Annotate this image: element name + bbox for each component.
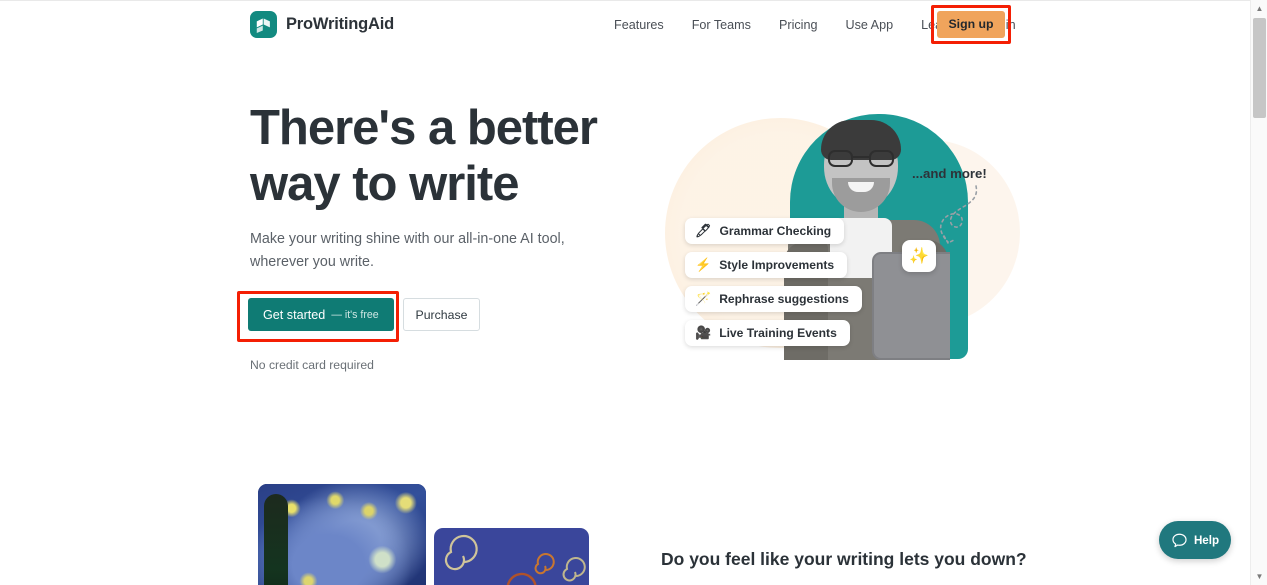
cypress-tree — [264, 494, 288, 585]
chip-label: Grammar Checking — [719, 224, 832, 238]
feature-chip-style-improvements[interactable]: ⚡ Style Improvements — [685, 252, 848, 278]
swirl-doodles — [444, 534, 586, 585]
scrollbar-thumb[interactable] — [1253, 18, 1266, 118]
site-header: ProWritingAid Features For Teams Pricing… — [0, 0, 1250, 50]
signup-button[interactable]: Sign up — [937, 11, 1005, 38]
brand-name: ProWritingAid — [286, 15, 395, 33]
pen-icon: 🖊 — [695, 223, 712, 238]
and-more-label: ...and more! — [912, 166, 987, 181]
hero-illustration: ✨ ...and more! 🖊 Grammar Checking ⚡ Styl… — [640, 100, 1040, 375]
speech-bubble-icon — [1172, 533, 1187, 547]
feature-chip-grammar-checking[interactable]: 🖊 Grammar Checking — [685, 218, 845, 244]
scroll-down-arrow-icon[interactable]: ▼ — [1251, 568, 1267, 585]
browser-page: ProWritingAid Features For Teams Pricing… — [0, 0, 1267, 585]
starry-night-image-card — [258, 484, 426, 585]
get-started-suffix: — it's free — [331, 308, 379, 321]
feature-chip-list: 🖊 Grammar Checking ⚡ Style Improvements … — [685, 218, 862, 346]
hero-subtitle: Make your writing shine with our all-in-… — [250, 231, 565, 270]
nav-item-use-app[interactable]: Use App — [831, 18, 907, 32]
nav-item-pricing[interactable]: Pricing — [765, 18, 832, 32]
magic-wand-icon: 🪄 — [695, 291, 712, 306]
help-label: Help — [1193, 533, 1220, 547]
get-started-label: Get started — [263, 307, 326, 322]
scroll-up-arrow-icon[interactable]: ▲ — [1251, 0, 1267, 17]
get-started-button[interactable]: Get started — it's free — [248, 298, 394, 331]
blue-swirls-image-card — [434, 528, 589, 585]
section-heading: Do you feel like your writing lets you d… — [661, 549, 1027, 569]
nav-item-for-teams[interactable]: For Teams — [678, 18, 765, 32]
glasses-icon — [828, 150, 894, 167]
chip-label: Style Improvements — [719, 258, 835, 272]
page-title: There's a better way to write — [250, 101, 598, 211]
purchase-button[interactable]: Purchase — [403, 298, 480, 331]
chip-label: Rephrase suggestions — [719, 292, 849, 306]
fine-print: No credit card required — [250, 358, 374, 372]
feature-chip-live-training-events[interactable]: 🎥 Live Training Events — [685, 320, 850, 346]
chip-label: Live Training Events — [719, 326, 837, 340]
feature-chip-rephrase-suggestions[interactable]: 🪄 Rephrase suggestions — [685, 286, 862, 312]
signup-button-container: Sign up — [931, 5, 1011, 44]
page-scrollbar[interactable]: ▲ ▼ — [1250, 0, 1267, 585]
brand-logo[interactable]: ProWritingAid — [250, 11, 394, 38]
dotted-curly-arrow-icon — [939, 185, 978, 245]
open-book-logo-icon — [250, 11, 277, 38]
lightning-bolt-icon: ⚡ — [695, 257, 712, 272]
help-button[interactable]: Help — [1159, 521, 1231, 559]
movie-camera-icon: 🎥 — [695, 325, 712, 340]
nav-item-features[interactable]: Features — [600, 18, 678, 32]
